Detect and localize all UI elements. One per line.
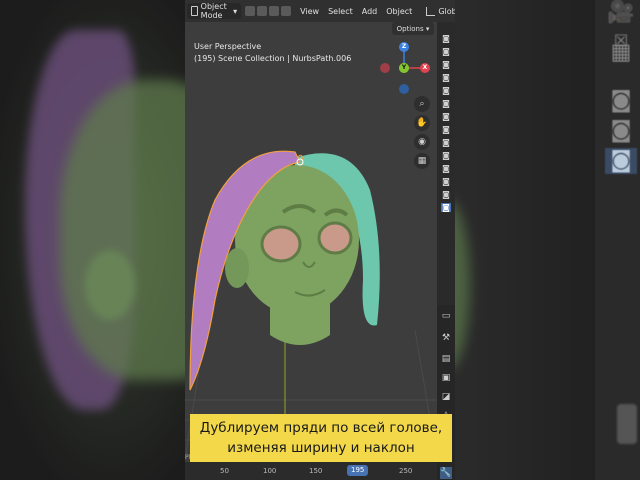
modifier-wrench-icon[interactable]: 🔧 (440, 467, 452, 479)
gizmo-neg-x-axis[interactable] (380, 63, 390, 73)
chevron-down-icon: ▾ (423, 24, 430, 33)
hand-pan-icon[interactable]: ✋ (414, 115, 430, 131)
select-subtract-icon[interactable] (269, 6, 280, 16)
render-visibility-icon[interactable]: ◙ (441, 164, 451, 173)
render-visibility-icon[interactable]: ◙ (441, 138, 451, 147)
blurred-background-left (0, 0, 185, 480)
render-visibility-icon[interactable]: ◙ (441, 177, 451, 186)
tool-settings-icon[interactable]: ▭ (440, 310, 452, 322)
tools-wrench-icon[interactable]: ⚒ (440, 332, 452, 344)
render-visibility-icon[interactable]: ◙ (441, 73, 451, 82)
current-frame-indicator[interactable]: 195 (347, 465, 369, 476)
render-visibility-icon[interactable]: ◙ (441, 112, 451, 121)
render-visibility-icon[interactable]: ◙ (441, 190, 451, 199)
render-visibility-icon[interactable]: ◙ (441, 34, 451, 43)
subtitle-line-1: Дублируем пряди по всей голове, (199, 420, 443, 436)
grid-icon[interactable]: ▦ (414, 153, 430, 169)
blurred-toggle (617, 404, 637, 444)
object-mode-icon (191, 6, 198, 16)
blurred-render-icon-active: ◙ (605, 148, 637, 174)
timeline-tick: 250 (399, 467, 413, 475)
zoom-icon[interactable]: ⌕ (414, 96, 430, 112)
render-visibility-icon[interactable]: ◙ (441, 60, 451, 69)
blurred-ear (85, 250, 135, 320)
options-label: Options (396, 24, 424, 33)
render-visibility-icon[interactable]: ◙ (441, 86, 451, 95)
orientation-axes-icon (426, 6, 436, 16)
menu-select[interactable]: Select (328, 7, 353, 16)
camera-icon[interactable]: ◉ (414, 134, 430, 150)
select-invert-icon[interactable] (281, 6, 292, 16)
outliner-column: ◙ ◙ ◙ ◙ ◙ ◙ ◙ ◙ ◙ ◙ ◙ ◙ ◙ ◙ (437, 22, 455, 322)
video-subtitle: Дублируем пряди по всей голове, изменяя … (190, 414, 452, 462)
gizmo-x-axis[interactable]: X (420, 63, 430, 73)
view-name: User Perspective (194, 42, 262, 51)
transform-orientation-dropdown[interactable]: Global ▾ (426, 6, 455, 16)
timeline-tick: 50 (220, 467, 229, 475)
render-visibility-icon[interactable]: ◙ (441, 99, 451, 108)
render-properties-icon[interactable]: ▤ (440, 353, 452, 365)
menu-add[interactable]: Add (362, 7, 378, 16)
timeline-tick: 150 (309, 467, 323, 475)
timeline[interactable]: 50 100 150 195 250 (185, 462, 437, 480)
blurred-checkbox-icon: ☒ (613, 31, 629, 50)
subtitle-line-2: изменяя ширину и наклон (227, 440, 415, 456)
render-visibility-icon[interactable]: ◙ (441, 125, 451, 134)
gizmo-neg-z-axis[interactable] (399, 84, 409, 94)
gizmo-z-axis[interactable]: Z (399, 42, 409, 52)
blurred-render-icon: ◙ (610, 88, 632, 113)
select-extend-icon[interactable] (257, 6, 268, 16)
gizmo-y-axis[interactable]: Y (399, 63, 409, 73)
blurred-face-edge (455, 200, 470, 370)
select-box-icon[interactable] (245, 6, 256, 16)
options-dropdown[interactable]: Options ▾ (392, 22, 434, 35)
chevron-down-icon: ▾ (233, 6, 238, 16)
output-properties-icon[interactable]: ▣ (440, 372, 452, 384)
object-mode-label: Object Mode (200, 2, 227, 20)
object-mode-dropdown[interactable]: Object Mode ▾ (187, 2, 242, 20)
render-visibility-icon[interactable]: ◙ (441, 47, 451, 56)
blurred-background-right: 🎥 ▦ ◙ ◙ ◙ ☒ (455, 0, 640, 480)
orientation-label: Global (438, 6, 455, 16)
collection-info: (195) Scene Collection | NurbsPath.006 (194, 54, 352, 63)
blender-window: Object Mode ▾ View Select Add Object Glo… (185, 0, 455, 480)
menu-object[interactable]: Object (386, 7, 412, 16)
render-visibility-icon-active[interactable]: ◙ (441, 203, 451, 212)
render-visibility-icon[interactable]: ◙ (441, 151, 451, 160)
timeline-tick: 100 (263, 467, 277, 475)
selection-mode-buttons (245, 6, 292, 16)
view-layer-icon[interactable]: ◪ (440, 391, 452, 403)
viewport-header: Object Mode ▾ View Select Add Object Glo… (185, 0, 455, 22)
blurred-camera-icon: 🎥 (607, 0, 635, 25)
menu-view[interactable]: View (300, 7, 319, 16)
blurred-render-icon: ◙ (610, 118, 632, 143)
